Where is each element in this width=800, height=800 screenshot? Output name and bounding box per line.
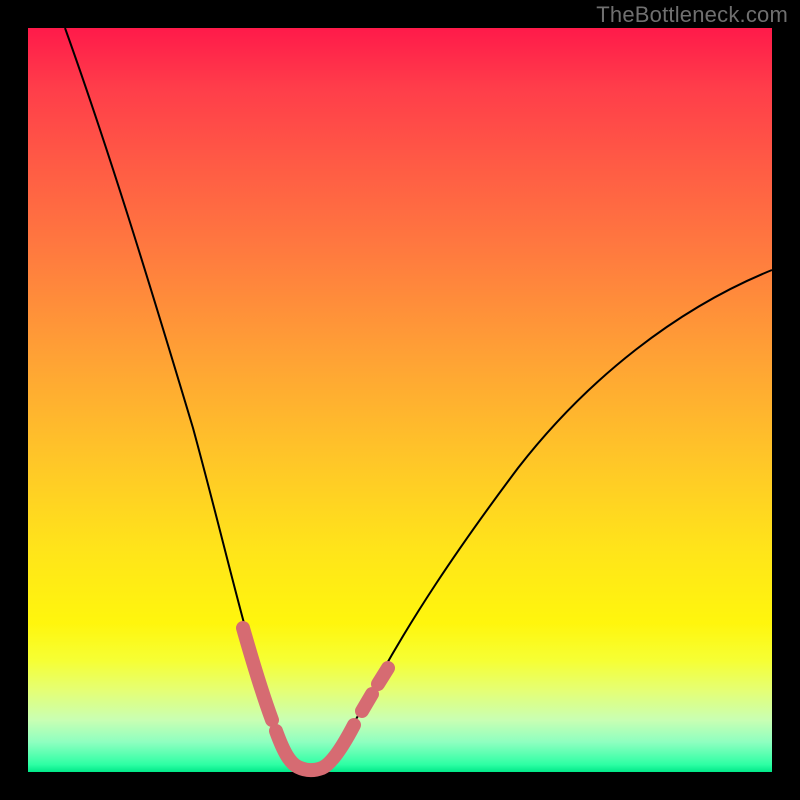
bottleneck-curve-svg xyxy=(28,28,772,772)
gradient-plot-area xyxy=(28,28,772,772)
highlight-seg-right-2 xyxy=(378,668,388,684)
highlight-seg-bottom xyxy=(276,725,354,770)
watermark-text: TheBottleneck.com xyxy=(596,2,788,28)
bottleneck-curve-path xyxy=(65,28,772,770)
highlight-seg-left xyxy=(243,628,272,720)
highlight-seg-right-1 xyxy=(362,694,372,711)
outer-frame: TheBottleneck.com xyxy=(0,0,800,800)
